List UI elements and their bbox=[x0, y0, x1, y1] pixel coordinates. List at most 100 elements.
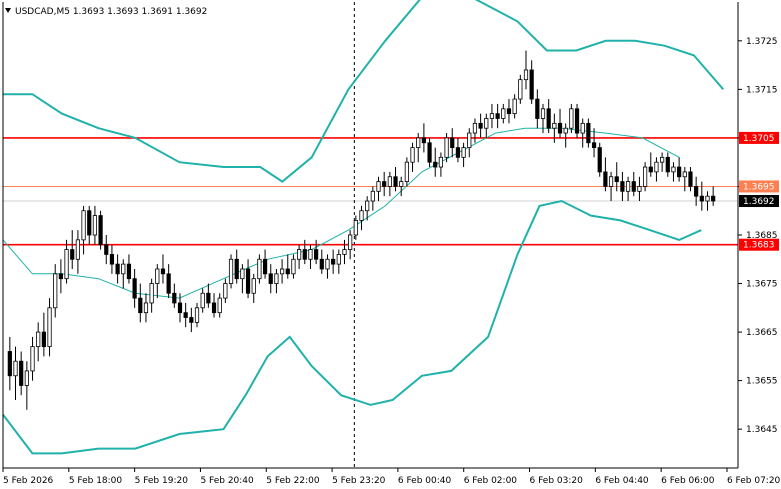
candle-body bbox=[126, 263, 132, 280]
symbol-info: USDCAD,M5 1.3693 1.3693 1.3691 1.3692 bbox=[15, 7, 207, 17]
level-price-tag: 1.3695 bbox=[743, 182, 775, 192]
time-tick-label: 5 Feb 2026 bbox=[3, 476, 54, 486]
candle-body bbox=[370, 190, 375, 202]
candle-body bbox=[637, 186, 642, 192]
candle-body bbox=[557, 122, 563, 134]
candle-body bbox=[404, 161, 409, 183]
candle-body bbox=[75, 239, 81, 260]
candle-body bbox=[597, 147, 602, 173]
candle-body bbox=[382, 181, 387, 187]
candle-body bbox=[535, 98, 540, 119]
candle-body bbox=[393, 176, 398, 187]
candle-body bbox=[217, 297, 222, 314]
candle-body bbox=[41, 331, 46, 348]
candle-body bbox=[13, 360, 18, 377]
time-tick-label: 5 Feb 20:40 bbox=[200, 476, 254, 486]
candle-body bbox=[450, 137, 455, 149]
candle-body bbox=[92, 215, 98, 236]
level-price-tag: 1.3705 bbox=[743, 134, 775, 144]
candle-body bbox=[586, 122, 591, 144]
candle-body bbox=[648, 166, 653, 173]
candle-body bbox=[115, 263, 120, 275]
price-chart[interactable]: 1.37251.37151.37051.36951.36851.36751.36… bbox=[0, 0, 781, 489]
candle-body bbox=[518, 79, 523, 100]
price-tick-label: 1.3715 bbox=[746, 85, 778, 95]
price-tick-label: 1.3645 bbox=[746, 425, 778, 435]
candle-body bbox=[109, 254, 115, 265]
candle-body bbox=[591, 142, 597, 149]
candle-body bbox=[484, 118, 489, 129]
candle-body bbox=[302, 249, 307, 260]
candle-body bbox=[631, 181, 636, 192]
candle-body bbox=[291, 258, 296, 275]
candle-body bbox=[682, 171, 687, 178]
candle-body bbox=[183, 312, 188, 318]
candle-body bbox=[359, 210, 364, 221]
candle-body bbox=[365, 200, 370, 212]
candle-body bbox=[603, 171, 608, 187]
candle-body bbox=[478, 122, 483, 129]
time-tick-label: 6 Feb 07:20 bbox=[727, 476, 781, 486]
candle-body bbox=[489, 113, 495, 119]
candle-body bbox=[665, 156, 670, 173]
candle-body bbox=[654, 161, 659, 173]
candle-body bbox=[251, 278, 256, 294]
candle-body bbox=[495, 113, 500, 119]
candle-body bbox=[200, 292, 205, 309]
time-tick-label: 5 Feb 19:20 bbox=[135, 476, 189, 486]
time-tick-label: 6 Feb 02:00 bbox=[464, 476, 518, 486]
price-tick-label: 1.3675 bbox=[746, 280, 778, 290]
candle-body bbox=[160, 268, 166, 275]
candle-body bbox=[688, 171, 693, 187]
candle-body bbox=[671, 166, 676, 173]
candle-body bbox=[138, 297, 143, 314]
candle-body bbox=[694, 186, 699, 197]
candle-body bbox=[155, 268, 160, 284]
candle-body bbox=[501, 108, 506, 119]
candle-body bbox=[279, 268, 285, 275]
time-tick-label: 5 Feb 23:20 bbox=[332, 476, 386, 486]
candle-body bbox=[444, 137, 449, 158]
candle-body bbox=[70, 249, 75, 260]
candle-body bbox=[467, 132, 472, 149]
candle-body bbox=[342, 249, 347, 255]
candle-body bbox=[574, 108, 580, 134]
candle-body bbox=[711, 195, 716, 202]
candle-body bbox=[58, 273, 63, 280]
candle-body bbox=[563, 127, 568, 134]
candle-body bbox=[348, 234, 353, 250]
candle-body bbox=[297, 249, 302, 260]
candle-body bbox=[580, 122, 585, 134]
candle-body bbox=[552, 122, 557, 129]
candle-body bbox=[245, 268, 251, 294]
candle-body bbox=[399, 181, 404, 187]
candle-body bbox=[7, 351, 12, 377]
time-tick-label: 5 Feb 22:00 bbox=[266, 476, 320, 486]
candle-body bbox=[189, 317, 194, 323]
candle-body bbox=[336, 254, 341, 265]
level-price-tag: 1.3683 bbox=[743, 241, 775, 251]
candle-body bbox=[98, 215, 103, 246]
time-tick-label: 6 Feb 00:40 bbox=[398, 476, 452, 486]
candle-body bbox=[421, 137, 426, 144]
candle-body bbox=[36, 331, 41, 348]
candle-body bbox=[121, 263, 126, 275]
candle-body bbox=[262, 258, 268, 275]
candle-body bbox=[705, 195, 710, 202]
candle-body bbox=[228, 258, 234, 284]
candle-body bbox=[194, 307, 200, 323]
candle-body bbox=[177, 302, 183, 314]
candle-body bbox=[660, 156, 665, 163]
candle-body bbox=[30, 346, 35, 372]
candle-body bbox=[166, 273, 171, 294]
candle-body bbox=[506, 108, 512, 115]
price-tick-label: 1.3725 bbox=[746, 37, 778, 47]
candle-body bbox=[625, 181, 631, 192]
candle-body bbox=[546, 108, 551, 129]
price-tick-label: 1.3655 bbox=[746, 377, 778, 387]
time-tick-label: 6 Feb 03:20 bbox=[530, 476, 584, 486]
candle-body bbox=[614, 176, 619, 183]
price-tick-label: 1.3665 bbox=[746, 328, 778, 338]
candle-body bbox=[319, 258, 324, 270]
candle-body bbox=[285, 268, 290, 275]
